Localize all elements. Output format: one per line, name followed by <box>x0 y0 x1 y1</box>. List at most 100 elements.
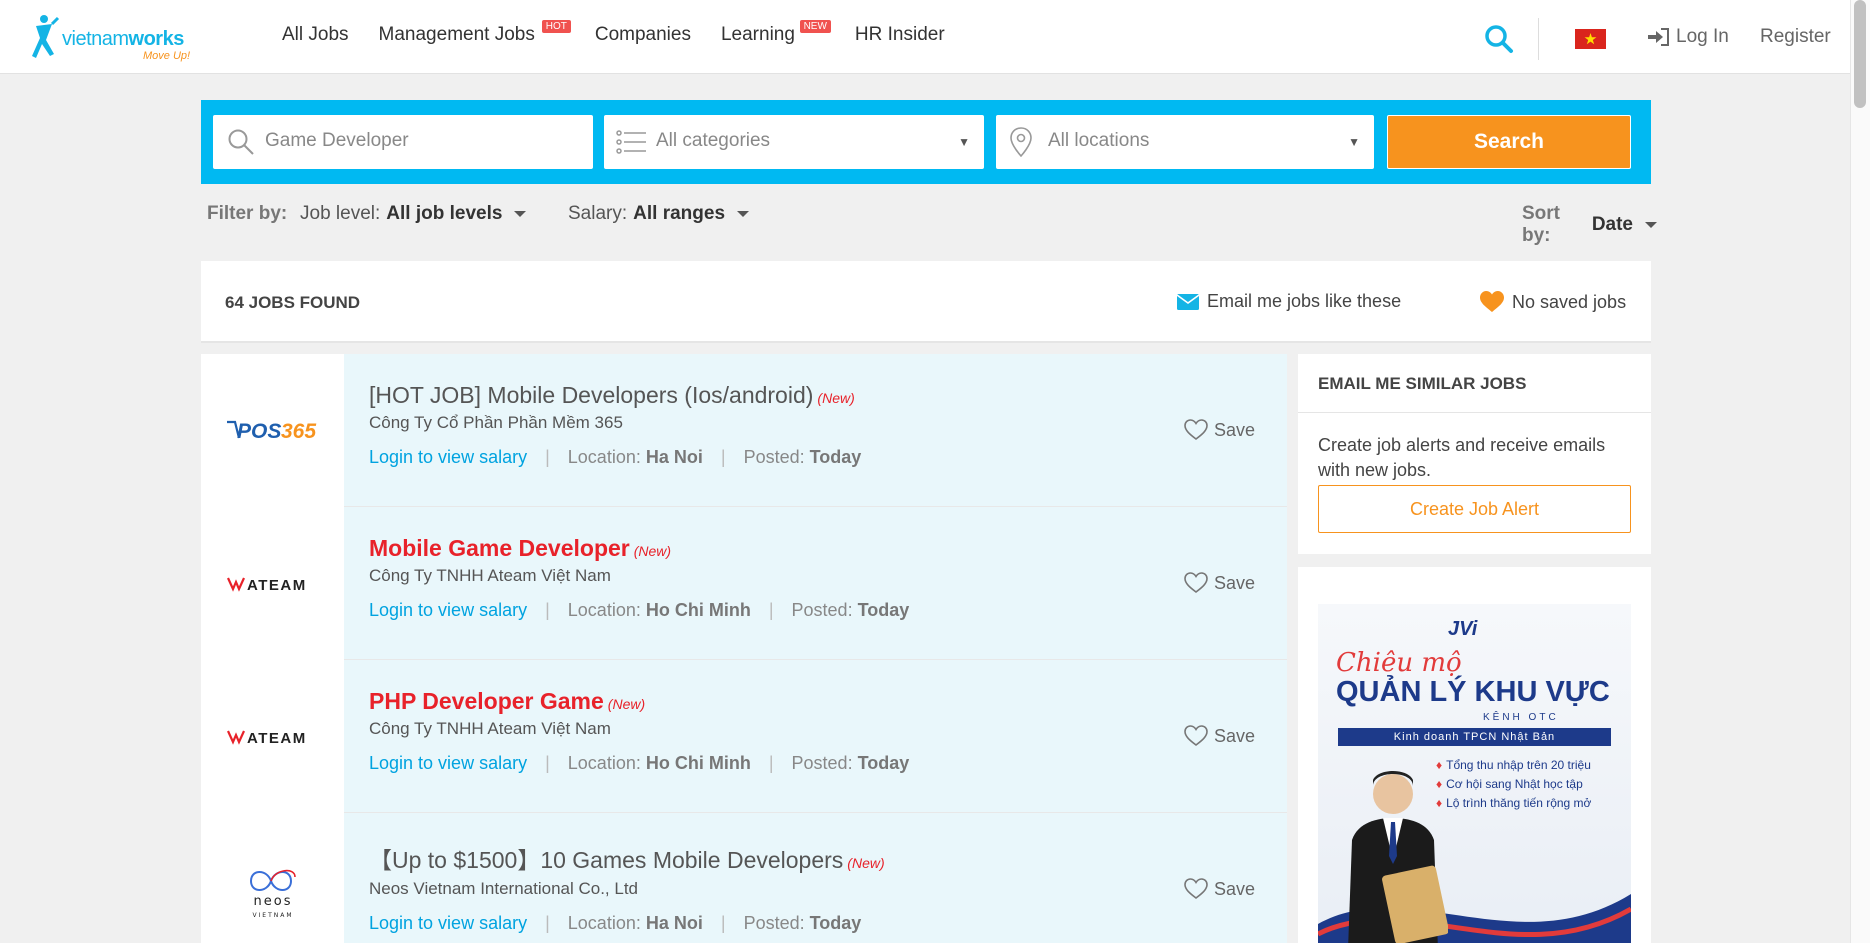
save-job-button[interactable]: Save <box>1184 878 1255 900</box>
caret-down-icon <box>514 211 527 217</box>
job-title[interactable]: Mobile Game Developer (New) <box>369 535 1129 562</box>
jobs-found-count: 64 JOBS FOUND <box>225 293 361 312</box>
scrollbar-thumb[interactable] <box>1854 0 1866 108</box>
search-icon[interactable] <box>1484 24 1514 54</box>
job-info: [HOT JOB] Mobile Developers (Ios/android… <box>369 382 1129 468</box>
heart-outline-icon <box>1184 725 1208 747</box>
ad-bullets: Tổng thu nhập trên 20 triệu Cơ hội sang … <box>1436 756 1591 813</box>
svg-text:ATEAM: ATEAM <box>247 730 307 746</box>
company-name[interactable]: Công Ty Cổ Phần Phần Mềm 365 <box>369 413 1129 433</box>
create-job-alert-button[interactable]: Create Job Alert <box>1318 485 1631 533</box>
businessman-illustration <box>1348 771 1448 943</box>
register-link[interactable]: Register <box>1760 26 1831 48</box>
job-info: PHP Developer Game (New) Công Ty TNHH Ate… <box>369 688 1129 774</box>
ad-script-text: Chiêu mộ <box>1336 648 1462 678</box>
email-alert-box: EMAIL ME SIMILAR JOBS Create job alerts … <box>1298 354 1651 554</box>
location-select[interactable]: All locations ▼ <box>996 115 1374 169</box>
sort-by-filter[interactable]: Sort by: Date <box>1522 203 1657 247</box>
company-name[interactable]: Neos Vietnam International Co., Ltd <box>369 879 1129 899</box>
job-info: Mobile Game Developer (New) Công Ty TNHH … <box>369 535 1129 621</box>
company-name[interactable]: Công Ty TNHH Ateam Việt Nam <box>369 566 1129 586</box>
new-label: (New) <box>607 696 646 712</box>
nav-companies[interactable]: Companies <box>595 24 691 46</box>
email-me-jobs-link[interactable]: Email me jobs like these <box>1177 291 1401 312</box>
keyword-input[interactable]: Game Developer <box>213 115 593 169</box>
save-job-button[interactable]: Save <box>1184 572 1255 594</box>
svg-text:VIETNAM: VIETNAM <box>252 912 293 919</box>
vietnamworks-logo[interactable]: vietnamworks Move Up! <box>30 14 200 64</box>
header-divider <box>1538 18 1539 60</box>
save-job-button[interactable]: Save <box>1184 725 1255 747</box>
location-value: Ha Noi <box>645 447 703 467</box>
separator: | <box>545 913 550 933</box>
caret-down-icon <box>737 211 750 217</box>
separator: | <box>545 600 550 620</box>
svg-text:365: 365 <box>281 420 316 443</box>
hot-badge: HOT <box>541 20 571 33</box>
separator: | <box>545 753 550 773</box>
job-card[interactable]: neos VIETNAM 【Up to $1500】10 Games Mobil… <box>201 813 1287 943</box>
posted-value: Today <box>857 753 910 773</box>
company-logo-ateam[interactable]: ATEAM <box>201 507 344 660</box>
caret-down-icon <box>1645 222 1657 228</box>
results-header: 64 JOBS FOUND Email me jobs like these N… <box>201 261 1651 343</box>
saved-jobs-link[interactable]: No saved jobs <box>1480 291 1626 313</box>
ad-banner[interactable]: JVi Chiêu mộ QUẢN LÝ KHU VỰC KÊNH OTC Ki… <box>1318 604 1631 943</box>
filter-bar: Filter by: Job level: All job levels Sala… <box>207 203 1657 246</box>
nav-learning[interactable]: Learning NEW <box>721 20 831 46</box>
category-placeholder: All categories <box>656 130 771 151</box>
filter-by-label: Filter by: <box>207 203 288 224</box>
neos-logo: neos VIETNAM <box>249 869 296 919</box>
envelope-icon <box>1177 293 1199 310</box>
email-alert-title: EMAIL ME SIMILAR JOBS <box>1298 354 1651 413</box>
pos365-logo: POS 365 <box>226 420 316 443</box>
location-value: Ha Noi <box>645 913 703 933</box>
separator: | <box>720 913 726 933</box>
job-card[interactable]: POS 365 [HOT JOB] Mobile Developers (Ios… <box>201 354 1287 507</box>
search-icon <box>228 129 254 155</box>
posted-label: Posted: <box>791 600 853 620</box>
job-title[interactable]: PHP Developer Game (New) <box>369 688 1129 715</box>
job-title[interactable]: 【Up to $1500】10 Games Mobile Developers(… <box>369 841 1129 875</box>
posted-label: Posted: <box>743 913 805 933</box>
nav-all-jobs[interactable]: All Jobs <box>282 24 349 46</box>
heart-outline-icon <box>1184 878 1208 900</box>
map-pin-icon <box>1010 127 1032 157</box>
job-card[interactable]: ATEAM PHP Developer Game (New) Công Ty TN… <box>201 660 1287 813</box>
location-label: Location: <box>567 753 641 773</box>
page-scrollbar[interactable] <box>1850 0 1870 943</box>
company-logo-pos365[interactable]: POS 365 <box>201 354 344 507</box>
job-title[interactable]: [HOT JOB] Mobile Developers (Ios/android… <box>369 382 1129 409</box>
category-select[interactable]: All categories ▼ <box>604 115 984 169</box>
login-salary-link[interactable]: Login to view salary <box>369 753 527 774</box>
job-level-filter[interactable]: Job level: All job levels <box>300 203 527 225</box>
salary-filter[interactable]: Salary: All ranges <box>568 203 750 225</box>
company-name[interactable]: Công Ty TNHH Ateam Việt Nam <box>369 719 1129 739</box>
ateam-logo: ATEAM <box>226 577 305 593</box>
ad-band: Kinh doanh TPCN Nhật Bản <box>1338 728 1611 746</box>
location-label: Location: <box>567 447 641 467</box>
login-salary-link[interactable]: Login to view salary <box>369 913 527 934</box>
chevron-down-icon: ▼ <box>958 135 970 149</box>
chevron-down-icon: ▼ <box>1348 135 1360 149</box>
heart-outline-icon <box>1184 419 1208 441</box>
separator: | <box>768 753 774 773</box>
search-button[interactable]: Search <box>1387 115 1631 169</box>
save-job-button[interactable]: Save <box>1184 419 1255 441</box>
nav-hr-insider[interactable]: HR Insider <box>855 24 945 46</box>
location-value: Ho Chi Minh <box>645 753 751 773</box>
login-salary-link[interactable]: Login to view salary <box>369 447 527 468</box>
top-header: vietnamworks Move Up! All Jobs Managemen… <box>0 0 1850 74</box>
job-meta: Login to view salary | Location: Ha Noi … <box>369 447 1129 468</box>
location-label: Location: <box>567 600 641 620</box>
location-placeholder: All locations <box>1048 130 1150 151</box>
job-card[interactable]: ATEAM Mobile Game Developer (New) Công Ty… <box>201 507 1287 660</box>
company-logo-ateam[interactable]: ATEAM <box>201 660 344 813</box>
company-logo-neos[interactable]: neos VIETNAM <box>201 813 344 943</box>
login-salary-link[interactable]: Login to view salary <box>369 600 527 621</box>
logo-wordmark: vietnamworks <box>62 28 184 50</box>
login-link[interactable]: Log In <box>1648 26 1729 48</box>
vietnam-flag-icon[interactable] <box>1575 29 1606 49</box>
nav-management-jobs[interactable]: Management Jobs HOT <box>379 20 571 46</box>
email-alert-text: Create job alerts and receive emails wit… <box>1318 435 1606 481</box>
